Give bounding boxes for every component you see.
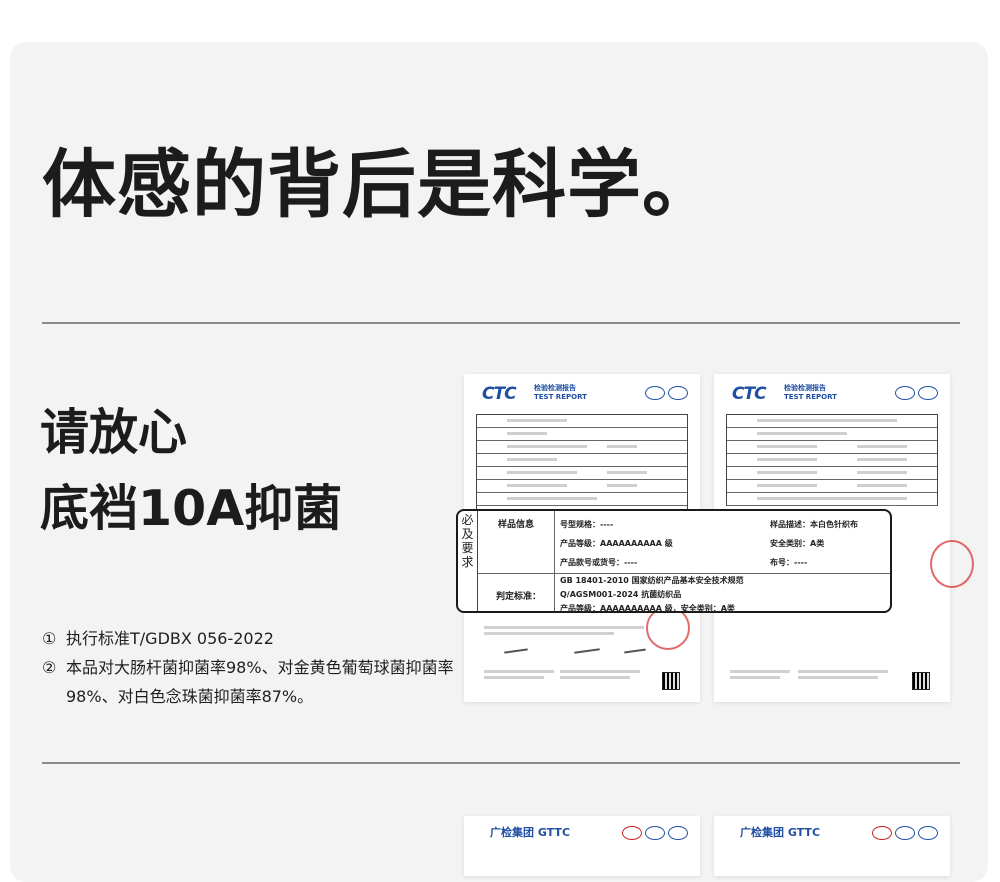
report-header: 广检集团 GTTC [722,824,942,846]
standard-line-1: GB 18401-2010 国家纺织产品基本安全技术规范 [560,576,744,585]
fabric-no-label: 布号：---- [770,558,808,567]
report-header: CTC 检验检测报告 TEST REPORT [472,384,692,406]
report-title-cn: 检验检测报告 [784,384,826,392]
report-title-en: TEST REPORT [534,393,587,401]
ilac-badge-icon [895,826,915,840]
judge-label: 判定标准： [496,592,542,602]
gttc-logo-cn: 广检集团 [740,826,784,839]
standard-line-3: 产品等级：AAAAAAAAAA 级，安全类别：A类 [560,604,735,613]
report-title-en: TEST REPORT [784,393,837,401]
report-table [476,414,688,519]
ctc-logo: CTC [732,384,767,404]
gttc-logo-en: GTTC [537,826,571,839]
qr-code-icon [662,672,680,690]
test-report-page-3: 广检集团 GTTC [464,816,700,876]
report-header: CTC 检验检测报告 TEST REPORT [722,384,942,406]
note-text: 执行标准T/GDBX 056-2022 [66,629,274,648]
gttc-logo-cn: 广检集团 [490,826,534,839]
signature [503,648,529,654]
note-number: ② [42,658,57,677]
safety-label: 安全类别：A类 [770,539,825,548]
gttc-logo: 广检集团 GTTC [740,824,820,840]
note-number: ① [42,629,57,648]
report-table [726,414,938,506]
signature [623,648,647,654]
cnas-badge-icon [668,826,688,840]
qr-code-icon [912,672,930,690]
ctc-logo: CTC [482,384,517,404]
gttc-logo-en: GTTC [787,826,821,839]
note-text: 本品对大肠杆菌抑菌率98%、对金黄色葡萄球菌抑菌率98%、对白色念珠菌抑菌率87… [66,658,454,706]
model-label: 号型规格：---- [560,520,614,529]
ilac-badge-icon [645,386,665,400]
ilac-badge-icon [645,826,665,840]
red-stamp-icon [930,540,974,588]
ilac-badge-icon [895,386,915,400]
page-headline: 体感的背后是科学。 [42,142,717,228]
certification-badges [872,826,938,840]
cnas-badge-icon [918,386,938,400]
note-item: ② 本品对大肠杆菌抑菌率98%、对金黄色葡萄球菌抑菌率98%、对白色念珠菌抑菌率… [42,653,462,711]
certification-badges [895,386,938,400]
grade-label: 产品等级：AAAAAAAAAA 级 [560,539,673,548]
item-no-label: 产品款号或货号：---- [560,558,638,567]
standard-line-2: Q/AGSM001-2024 抗菌纺织品 [560,590,682,599]
report-title: 检验检测报告 TEST REPORT [534,384,587,402]
certification-badges [645,386,688,400]
report-header: 广检集团 GTTC [472,824,692,846]
section-title-line1: 请放心 [40,404,188,461]
desc-label: 样品描述：本白色针织布 [770,520,858,529]
report-title-cn: 检验检测报告 [534,384,576,392]
sample-info-label: 样品信息 [498,520,535,530]
cnas-badge-icon [668,386,688,400]
divider [42,322,960,324]
report-title: 检验检测报告 TEST REPORT [784,384,837,402]
notes-list: ① 执行标准T/GDBX 056-2022 ② 本品对大肠杆菌抑菌率98%、对金… [42,624,462,711]
section-title-line2: 底裆10A抑菌 [40,480,343,537]
callout-side-label: 必及要求 [458,511,478,611]
certification-badges [622,826,688,840]
note-item: ① 执行标准T/GDBX 056-2022 [42,624,462,653]
test-report-page-4: 广检集团 GTTC [714,816,950,876]
cma-badge-icon [622,826,642,840]
signature [573,648,601,654]
cma-badge-icon [872,826,892,840]
report-detail-callout: 必及要求 样品信息 号型规格：---- 产品等级：AAAAAAAAAA 级 产品… [456,509,892,613]
gttc-logo: 广检集团 GTTC [490,824,570,840]
cnas-badge-icon [918,826,938,840]
divider [42,762,960,764]
